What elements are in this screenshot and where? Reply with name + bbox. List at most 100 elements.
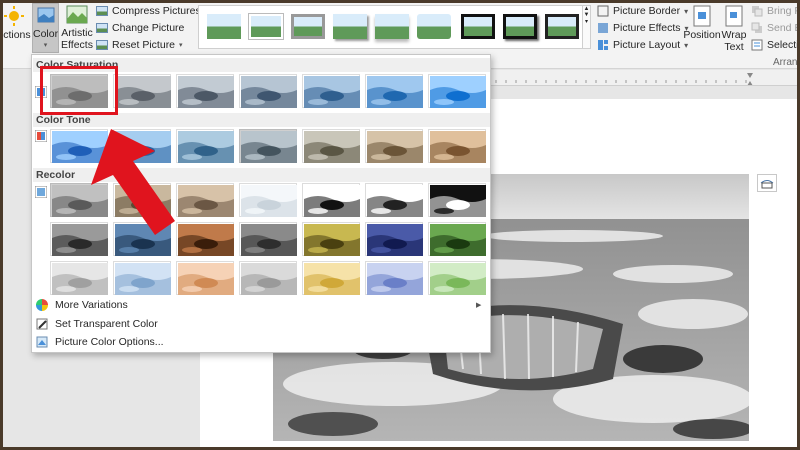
color-option-thumb[interactable] [239, 261, 297, 295]
style-thumb[interactable] [207, 14, 241, 39]
color-option-thumb[interactable] [302, 261, 360, 295]
color-option-thumb[interactable] [176, 74, 234, 108]
style-thumb[interactable] [375, 14, 409, 39]
position-button[interactable]: Position [683, 3, 721, 41]
bring-forward-button[interactable]: Bring For [751, 5, 797, 17]
border-pen-icon [597, 5, 609, 17]
color-option-thumb[interactable] [428, 74, 486, 108]
bring-forward-label: Bring For [767, 5, 797, 17]
style-thumb[interactable] [503, 14, 537, 39]
change-picture-label: Change Picture [112, 22, 185, 34]
sun-icon [4, 6, 24, 26]
color-option-thumb[interactable] [50, 261, 108, 295]
color-option-thumb[interactable] [428, 261, 486, 295]
wrap-text-button[interactable]: Wrap Text [719, 3, 749, 53]
set-transparent-color-item[interactable]: Set Transparent Color [36, 318, 158, 330]
picture-color-options-item[interactable]: Picture Color Options... [36, 336, 164, 348]
color-wheel-icon [36, 299, 48, 311]
wrap-label-1: Wrap [721, 29, 747, 41]
picture-border-button[interactable]: Picture Border ▾ [597, 5, 688, 17]
submenu-arrow-icon: ▶ [476, 302, 482, 309]
color-option-thumb[interactable] [176, 183, 234, 217]
color-option-thumb[interactable] [302, 74, 360, 108]
thumb-preview [304, 185, 360, 217]
tone-icon [35, 130, 47, 142]
thumb-preview [178, 224, 234, 256]
wrap-text-icon [725, 5, 743, 27]
position-icon [693, 5, 711, 27]
artistic-effects-button[interactable]: Artistic Effects [60, 3, 94, 51]
thumb-preview [430, 131, 486, 163]
picture-effects-button[interactable]: Picture Effects ▾ [597, 22, 689, 34]
style-thumb[interactable] [545, 14, 579, 39]
reset-picture-icon [96, 40, 108, 50]
color-dropdown-caret: ▾ [43, 42, 48, 49]
style-thumb[interactable] [417, 14, 451, 39]
color-option-thumb[interactable] [239, 222, 297, 256]
corrections-button[interactable]: ections [3, 3, 31, 41]
more-variations-item[interactable]: More Variations [36, 299, 128, 311]
thumb-preview [304, 224, 360, 256]
ruler-ticks [495, 73, 753, 85]
thumb-preview [52, 263, 108, 295]
style-thumb[interactable] [249, 14, 283, 39]
color-option-thumb[interactable] [239, 183, 297, 217]
color-option-thumb[interactable] [428, 183, 486, 217]
thumb-preview [304, 131, 360, 163]
compress-pictures-label: Compress Pictures [112, 5, 201, 17]
color-option-thumb[interactable] [365, 222, 423, 256]
color-option-thumb[interactable] [239, 129, 297, 163]
color-option-thumb[interactable] [302, 183, 360, 217]
color-palette-icon [37, 7, 54, 23]
highlight-box [40, 66, 118, 115]
thumb-preview [430, 224, 486, 256]
horizontal-ruler[interactable] [491, 70, 797, 86]
picture-border-label: Picture Border [613, 5, 681, 17]
bring-forward-icon [752, 6, 763, 17]
reset-picture-button[interactable]: Reset Picture ▾ [96, 39, 183, 51]
thumb-preview [304, 76, 360, 108]
color-option-thumb[interactable] [239, 74, 297, 108]
color-option-thumb[interactable] [365, 129, 423, 163]
thumb-preview [178, 263, 234, 295]
picture-effects-label: Picture Effects [613, 22, 681, 34]
color-button[interactable]: Color ▾ [32, 3, 59, 53]
thumb-preview [430, 76, 486, 108]
color-option-thumb[interactable] [113, 74, 171, 108]
style-thumb[interactable] [291, 14, 325, 39]
change-picture-button[interactable]: Change Picture [96, 22, 184, 34]
transparent-color-pen-icon [36, 318, 48, 330]
app-window: ections Color ▾ Artistic Effects Compres… [3, 3, 797, 447]
color-option-thumb[interactable] [365, 261, 423, 295]
wrap-label-2: Text [724, 41, 744, 53]
gallery-scroll[interactable]: ▲ ▼ ▾ [583, 5, 591, 49]
thumb-preview [241, 131, 297, 163]
color-option-thumb[interactable] [176, 261, 234, 295]
color-option-thumb[interactable] [302, 129, 360, 163]
picture-layout-button[interactable]: Picture Layout ▾ [597, 39, 688, 51]
thumb-preview [115, 263, 171, 295]
color-option-thumb[interactable] [176, 129, 234, 163]
layout-caret-icon: ▾ [684, 40, 689, 50]
picture-styles-gallery [198, 5, 583, 49]
thumb-preview [430, 185, 486, 217]
send-backward-button[interactable]: Send Ba [751, 22, 797, 34]
thumb-preview [178, 76, 234, 108]
thumb-preview [241, 224, 297, 256]
compress-pictures-button[interactable]: Compress Pictures [96, 5, 201, 17]
color-option-thumb[interactable] [365, 74, 423, 108]
layout-options-button[interactable] [757, 174, 777, 192]
thumb-preview [430, 263, 486, 295]
selection-pane-button[interactable]: Selection [751, 39, 797, 51]
color-option-thumb[interactable] [176, 222, 234, 256]
send-backward-label: Send Ba [767, 22, 797, 34]
style-thumb[interactable] [461, 14, 495, 39]
style-thumb[interactable] [333, 14, 367, 39]
thumb-preview [241, 263, 297, 295]
color-option-thumb[interactable] [302, 222, 360, 256]
color-option-thumb[interactable] [428, 222, 486, 256]
thumb-preview [178, 185, 234, 217]
color-option-thumb[interactable] [428, 129, 486, 163]
color-option-thumb[interactable] [365, 183, 423, 217]
color-option-thumb[interactable] [113, 261, 171, 295]
